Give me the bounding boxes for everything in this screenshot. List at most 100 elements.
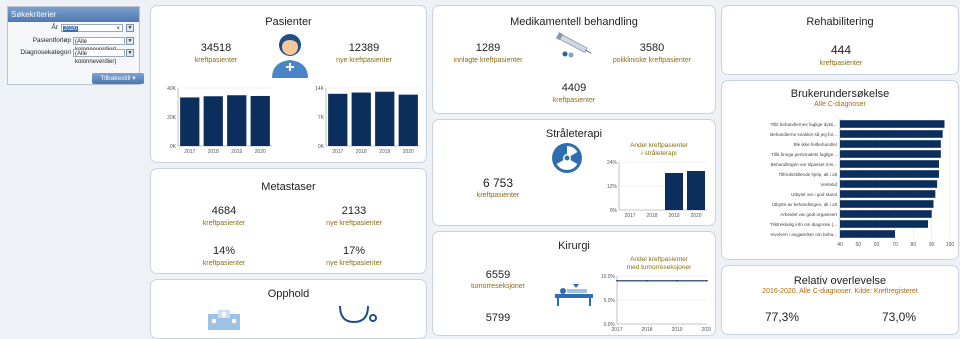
bar xyxy=(840,190,936,198)
kpi-value: 6559 xyxy=(485,269,511,281)
x-tick-label: 2020 xyxy=(701,327,711,333)
y-tick-label: Tillit behandlernes faglige dykti... xyxy=(771,122,837,127)
chart-kirurgi: Andel kreftpasientermed tumorreseksjoner… xyxy=(601,256,711,333)
x-tick-label: 2019 xyxy=(668,213,679,219)
kpi-label: polikliniske kreftpasienter xyxy=(612,57,692,64)
year-select[interactable]: 2020 × xyxy=(61,24,123,32)
y-tick-label: Tilstrekkelig info om diagnose (... xyxy=(770,222,837,227)
kpi-value: 3580 xyxy=(639,42,665,54)
x-tick-label: 2018 xyxy=(641,327,652,333)
bar xyxy=(840,120,945,128)
stethoscope-icon xyxy=(339,305,377,324)
x-tick-label: 2019 xyxy=(379,149,390,155)
panel-metastaser: Metastaser 4684 kreftpasienter 2133 nye … xyxy=(150,168,427,274)
y-tick-label: 10.0% xyxy=(601,274,616,280)
data-point xyxy=(676,280,678,282)
reset-button[interactable]: Tilbakestill ▾ xyxy=(92,73,144,84)
syringe-pills-icon xyxy=(555,32,592,58)
bar xyxy=(840,170,939,178)
y-tick-label: Ventetid xyxy=(820,182,837,187)
x-tick-label: 100 xyxy=(946,242,955,248)
bar xyxy=(840,180,938,188)
chart-brukerundersokelse: 40 50 60 70 80 90 100 Tillit behandlernes fagli… xyxy=(770,119,955,248)
bar xyxy=(840,220,928,228)
x-tick-label: 2017 xyxy=(184,149,195,155)
diagnosis-select[interactable]: (Alle kolonneverdier) xyxy=(73,49,125,65)
chart-title: i stråleterapi xyxy=(641,149,676,157)
clear-icon[interactable]: × xyxy=(116,25,120,33)
panel-title: Relativ overlevelse xyxy=(793,275,887,287)
bar xyxy=(840,150,941,158)
diagnosis-label: Diagnosekategori xyxy=(20,49,71,56)
panel-title: Kirurgi xyxy=(558,240,590,252)
bar xyxy=(250,95,270,146)
y-tick-label: 0% xyxy=(610,208,618,214)
y-tick-label: Involvert i avgjørelser om beha... xyxy=(770,232,837,237)
kpi-label: nye kreftpasienter xyxy=(336,57,392,64)
kpi-value: 5799 xyxy=(485,312,511,324)
pathway-select[interactable]: (Alle kolonneverdier) xyxy=(73,37,125,53)
y-tick-label: Ble ikke feilbehandlet xyxy=(794,142,838,147)
kpi-value: 12389 xyxy=(348,42,380,54)
bar xyxy=(180,97,200,146)
panel-kirurgi: Kirurgi 6559 tumorreseksjoner 5799 Andel… xyxy=(432,231,716,336)
x-tick-label: 2017 xyxy=(611,327,622,333)
year-value: 2020 xyxy=(63,26,79,32)
data-point xyxy=(616,280,618,282)
patient-icon xyxy=(272,34,308,78)
kpi-value: 2133 xyxy=(341,205,367,217)
y-tick-label: 40K xyxy=(167,86,177,92)
kpi-value: 444 xyxy=(830,43,852,57)
kpi-value: 14% xyxy=(212,245,236,257)
panel-subtitle: 2016-2020. Alle C-diagnoser. Kilde: Kref… xyxy=(762,288,918,295)
x-tick-label: 50 xyxy=(856,242,862,248)
data-point xyxy=(706,280,708,282)
kpi-value: 1289 xyxy=(475,42,501,54)
y-tick-label: 12% xyxy=(607,184,618,190)
bar xyxy=(840,210,932,218)
chevron-down-icon[interactable]: ▼ xyxy=(126,24,134,32)
kpi-label: kreftpasienter xyxy=(194,57,238,64)
panel-medikamentell: Medikamentell behandling 1289 innlagte k… xyxy=(432,5,716,114)
x-tick-label: 2018 xyxy=(356,149,367,155)
x-tick-label: 80 xyxy=(911,242,917,248)
bar xyxy=(351,92,371,146)
y-tick-label: 0K xyxy=(318,144,325,150)
chart-title: Andel kreftpasienter xyxy=(630,256,689,263)
y-tick-label: Tilfredsstillende hjelp, alt i alt xyxy=(778,172,837,177)
bar xyxy=(840,160,939,168)
chart-pasienter-total: 0K 20K 40K 2017 2018 2019 2020 xyxy=(167,86,272,155)
bar xyxy=(664,173,684,210)
panel-title: Opphold xyxy=(267,288,310,300)
x-tick-label: 2019 xyxy=(231,149,242,155)
kpi-label: innlagte kreftpasienter xyxy=(453,57,523,64)
panel-pasienter: Pasienter 34518 kreftpasienter 12389 nye… xyxy=(150,5,427,163)
chart-title: med tumorreseksjoner xyxy=(627,264,692,271)
pathway-label: Pasientforløp xyxy=(32,37,71,44)
data-point xyxy=(646,280,648,282)
bar xyxy=(328,93,348,146)
y-tick-label: 5.0% xyxy=(604,298,616,304)
kpi-value: 4684 xyxy=(211,205,237,217)
bar xyxy=(840,140,941,148)
x-tick-label: 2017 xyxy=(624,213,635,219)
kpi-value: 17% xyxy=(342,245,366,257)
surgery-bed-icon xyxy=(555,284,593,306)
y-tick-label: 0K xyxy=(170,144,177,150)
chart-title: Andel kreftpasienter xyxy=(630,142,689,149)
panel-title: Pasienter xyxy=(265,16,312,28)
y-tick-label: Utbytte av behandlingen, alt i alt xyxy=(772,202,838,207)
chevron-down-icon[interactable]: ▼ xyxy=(126,49,134,57)
chart-straaleterapi: Andel kreftpasienteri stråleterapi 0% 12% 2… xyxy=(607,142,707,219)
kpi-value: 4409 xyxy=(561,82,587,94)
bar xyxy=(398,94,418,146)
kpi-value: 73,0% xyxy=(881,310,917,324)
bar xyxy=(840,230,895,238)
x-tick-label: 2019 xyxy=(671,327,682,333)
panel-straaleterapi: Stråleterapi 6 753 kreftpasienter Andel … xyxy=(432,119,716,226)
x-tick-label: 2020 xyxy=(690,213,701,219)
chevron-down-icon[interactable]: ▼ xyxy=(126,37,134,45)
panel-title: Medikamentell behandling xyxy=(510,16,638,28)
kpi-label: kreftpasienter xyxy=(819,60,863,67)
search-criteria-title: Søkekriterier xyxy=(8,7,139,22)
